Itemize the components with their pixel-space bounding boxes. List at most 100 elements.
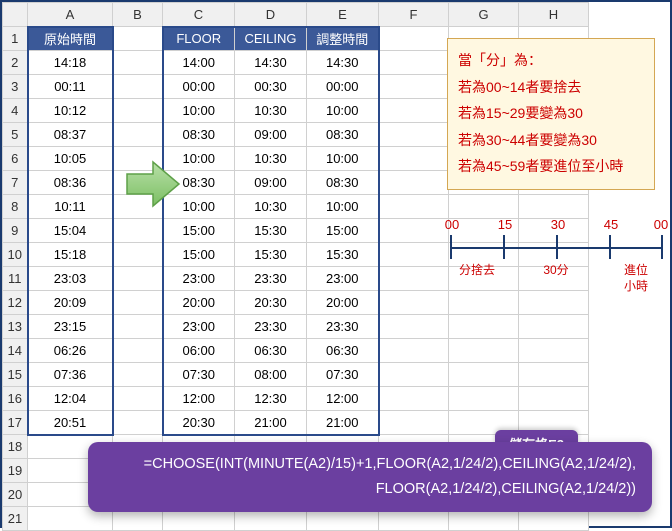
cell-F16[interactable] — [379, 387, 449, 411]
cell-D17[interactable]: 21:00 — [235, 411, 307, 435]
cell-A15[interactable]: 07:36 — [28, 363, 113, 387]
cell-F8[interactable] — [379, 195, 449, 219]
col-hdr-D[interactable]: D — [235, 3, 307, 27]
cell-F4[interactable] — [379, 99, 449, 123]
cell-H13[interactable] — [519, 315, 589, 339]
row-hdr[interactable]: 13 — [3, 315, 28, 339]
col-hdr-G[interactable]: G — [449, 3, 519, 27]
cell-C14[interactable]: 06:00 — [163, 339, 235, 363]
cell-C13[interactable]: 23:00 — [163, 315, 235, 339]
cell-A16[interactable]: 12:04 — [28, 387, 113, 411]
cell-D12[interactable]: 20:30 — [235, 291, 307, 315]
cell-E15[interactable]: 07:30 — [307, 363, 379, 387]
cell-H8[interactable] — [519, 195, 589, 219]
cell-G16[interactable] — [449, 387, 519, 411]
cell-B1[interactable] — [113, 27, 163, 51]
cell-F10[interactable] — [379, 243, 449, 267]
cell-C11[interactable]: 23:00 — [163, 267, 235, 291]
cell-H14[interactable] — [519, 339, 589, 363]
cell-C1[interactable]: FLOOR — [163, 27, 235, 51]
cell-C4[interactable]: 10:00 — [163, 99, 235, 123]
row-hdr[interactable]: 14 — [3, 339, 28, 363]
col-hdr-F[interactable]: F — [379, 3, 449, 27]
cell-A2[interactable]: 14:18 — [28, 51, 113, 75]
cell-A11[interactable]: 23:03 — [28, 267, 113, 291]
cell-G14[interactable] — [449, 339, 519, 363]
cell-C3[interactable]: 00:00 — [163, 75, 235, 99]
cell-D5[interactable]: 09:00 — [235, 123, 307, 147]
cell-C15[interactable]: 07:30 — [163, 363, 235, 387]
row-hdr[interactable]: 8 — [3, 195, 28, 219]
cell-B15[interactable] — [113, 363, 163, 387]
cell-B16[interactable] — [113, 387, 163, 411]
col-hdr-A[interactable]: A — [28, 3, 113, 27]
cell-F7[interactable] — [379, 171, 449, 195]
cell-A17[interactable]: 20:51 — [28, 411, 113, 435]
row-hdr[interactable]: 1 — [3, 27, 28, 51]
cell-D11[interactable]: 23:30 — [235, 267, 307, 291]
cell-F13[interactable] — [379, 315, 449, 339]
cell-E4[interactable]: 10:00 — [307, 99, 379, 123]
cell-B14[interactable] — [113, 339, 163, 363]
row-hdr[interactable]: 19 — [3, 459, 28, 483]
cell-E10[interactable]: 15:30 — [307, 243, 379, 267]
col-hdr-H[interactable]: H — [519, 3, 589, 27]
table-row[interactable]: 1612:0412:0012:3012:00 — [3, 387, 589, 411]
cell-A8[interactable]: 10:11 — [28, 195, 113, 219]
cell-E7[interactable]: 08:30 — [307, 171, 379, 195]
cell-D14[interactable]: 06:30 — [235, 339, 307, 363]
cell-B3[interactable] — [113, 75, 163, 99]
row-hdr[interactable]: 15 — [3, 363, 28, 387]
row-hdr[interactable]: 17 — [3, 411, 28, 435]
cell-A10[interactable]: 15:18 — [28, 243, 113, 267]
cell-F11[interactable] — [379, 267, 449, 291]
cell-B11[interactable] — [113, 267, 163, 291]
column-header-row[interactable]: A B C D E F G H — [3, 3, 589, 27]
cell-E1[interactable]: 調整時間 — [307, 27, 379, 51]
cell-D2[interactable]: 14:30 — [235, 51, 307, 75]
cell-C2[interactable]: 14:00 — [163, 51, 235, 75]
cell-A6[interactable]: 10:05 — [28, 147, 113, 171]
row-hdr[interactable]: 5 — [3, 123, 28, 147]
cell-F14[interactable] — [379, 339, 449, 363]
col-hdr-B[interactable]: B — [113, 3, 163, 27]
table-row[interactable]: 1406:2606:0006:3006:30 — [3, 339, 589, 363]
cell-A13[interactable]: 23:15 — [28, 315, 113, 339]
cell-D6[interactable]: 10:30 — [235, 147, 307, 171]
cell-E11[interactable]: 23:00 — [307, 267, 379, 291]
row-hdr[interactable]: 9 — [3, 219, 28, 243]
cell-G8[interactable] — [449, 195, 519, 219]
table-row[interactable]: 810:1110:0010:3010:00 — [3, 195, 589, 219]
cell-B5[interactable] — [113, 123, 163, 147]
col-hdr-C[interactable]: C — [163, 3, 235, 27]
cell-D8[interactable]: 10:30 — [235, 195, 307, 219]
cell-E2[interactable]: 14:30 — [307, 51, 379, 75]
row-hdr[interactable]: 2 — [3, 51, 28, 75]
row-hdr[interactable]: 12 — [3, 291, 28, 315]
cell-A4[interactable]: 10:12 — [28, 99, 113, 123]
row-hdr[interactable]: 21 — [3, 507, 28, 531]
cell-E3[interactable]: 00:00 — [307, 75, 379, 99]
cell-D10[interactable]: 15:30 — [235, 243, 307, 267]
cell-D1[interactable]: CEILING — [235, 27, 307, 51]
row-hdr[interactable]: 20 — [3, 483, 28, 507]
cell-F2[interactable] — [379, 51, 449, 75]
row-hdr[interactable]: 11 — [3, 267, 28, 291]
cell-F3[interactable] — [379, 75, 449, 99]
cell-B17[interactable] — [113, 411, 163, 435]
cell-B12[interactable] — [113, 291, 163, 315]
row-hdr[interactable]: 16 — [3, 387, 28, 411]
cell-A3[interactable]: 00:11 — [28, 75, 113, 99]
table-row[interactable]: 1323:1523:0023:3023:30 — [3, 315, 589, 339]
cell-F17[interactable] — [379, 411, 449, 435]
cell-D7[interactable]: 09:00 — [235, 171, 307, 195]
cell-F5[interactable] — [379, 123, 449, 147]
cell-F12[interactable] — [379, 291, 449, 315]
row-hdr[interactable]: 3 — [3, 75, 28, 99]
cell-C12[interactable]: 20:00 — [163, 291, 235, 315]
cell-G13[interactable] — [449, 315, 519, 339]
cell-D9[interactable]: 15:30 — [235, 219, 307, 243]
row-hdr[interactable]: 6 — [3, 147, 28, 171]
row-hdr[interactable]: 7 — [3, 171, 28, 195]
cell-F9[interactable] — [379, 219, 449, 243]
